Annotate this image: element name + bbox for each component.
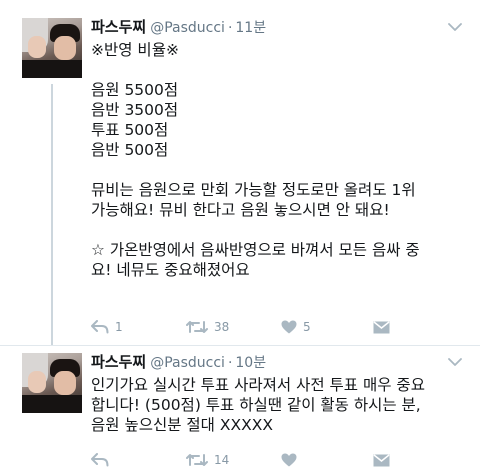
retweet-button[interactable]: 14	[186, 451, 229, 469]
direct-message-icon	[373, 453, 390, 466]
tweet-text-line: 가능해요! 뮤비 한다고 음원 놓으시면 안 돼요!	[91, 201, 390, 219]
tweet-text-line	[91, 60, 471, 80]
like-button[interactable]	[281, 451, 303, 469]
tweet-text-line: ☆ 가온반영에서 음싸반영으로 바껴서 모든 음싸 중	[91, 241, 420, 259]
tweet-header: 파스두찌 @Pasducci · 11분	[91, 16, 266, 37]
tweet-text-line: 요! 네뮤도 중요해졌어요	[91, 261, 250, 279]
chevron-down-icon[interactable]	[448, 357, 462, 367]
direct-message-button[interactable]	[373, 318, 390, 336]
reply-icon	[91, 453, 109, 467]
retweet-icon	[186, 454, 208, 466]
heart-icon	[281, 453, 297, 467]
tweet-text-line: 음반 3500점	[91, 101, 179, 119]
tweet-text: 인기가요 실시간 투표 사라져서 사전 투표 매우 중요 합니다! (500점)…	[91, 375, 471, 435]
user-handle[interactable]: @Pasducci	[150, 20, 225, 36]
tweet-text-line	[91, 220, 471, 240]
tweet-text-line: 음반 500점	[91, 141, 169, 159]
timestamp[interactable]: 11분	[235, 17, 266, 37]
direct-message-icon	[373, 320, 390, 333]
retweet-button[interactable]: 38	[186, 318, 229, 336]
avatar[interactable]	[22, 353, 82, 413]
tweet-text-line: ※반영 비율※	[91, 41, 179, 59]
reply-count: 1	[115, 320, 123, 334]
separator-dot: ·	[227, 355, 233, 371]
retweet-icon	[186, 321, 208, 333]
timestamp[interactable]: 10분	[235, 352, 266, 372]
tweet-text-line: 뮤비는 음원으로 만회 가능할 정도로만 올려도 1위	[91, 181, 416, 199]
user-handle[interactable]: @Pasducci	[150, 355, 225, 371]
tweet-text-line	[91, 160, 471, 180]
retweet-count: 14	[214, 453, 230, 467]
tweet[interactable]: 파스두찌 @Pasducci · 11분 ※반영 비율※ 음원 5500점 음반…	[0, 0, 480, 346]
like-count: 5	[303, 320, 311, 334]
chevron-down-icon[interactable]	[448, 22, 462, 32]
display-name[interactable]: 파스두찌	[91, 351, 146, 372]
reply-button[interactable]	[91, 451, 115, 469]
retweet-count: 38	[214, 320, 230, 334]
tweet-text-line: 음원 높으신분 절대 XXXXX	[91, 416, 273, 434]
tweet[interactable]: 파스두찌 @Pasducci · 10분 인기가요 실시간 투표 사라져서 사전…	[0, 345, 480, 476]
thread-connector-line	[51, 84, 53, 346]
heart-icon	[281, 320, 297, 334]
avatar[interactable]	[22, 18, 82, 78]
reply-button[interactable]: 1	[91, 318, 123, 336]
tweet-text-line: 합니다! (500점) 투표 하실땐 같이 활동 하시는 분,	[91, 396, 421, 414]
tweet-text-line: 인기가요 실시간 투표 사라져서 사전 투표 매우 중요	[91, 376, 425, 394]
display-name[interactable]: 파스두찌	[91, 16, 146, 37]
reply-icon	[91, 320, 109, 334]
like-button[interactable]: 5	[281, 318, 311, 336]
direct-message-button[interactable]	[373, 451, 390, 469]
tweet-text-line: 음원 5500점	[91, 81, 179, 99]
tweet-header: 파스두찌 @Pasducci · 10분	[91, 351, 266, 372]
separator-dot: ·	[227, 20, 233, 36]
tweet-text-line: 투표 500점	[91, 121, 169, 139]
tweet-text: ※반영 비율※ 음원 5500점 음반 3500점 투표 500점 음반 500…	[91, 40, 471, 280]
